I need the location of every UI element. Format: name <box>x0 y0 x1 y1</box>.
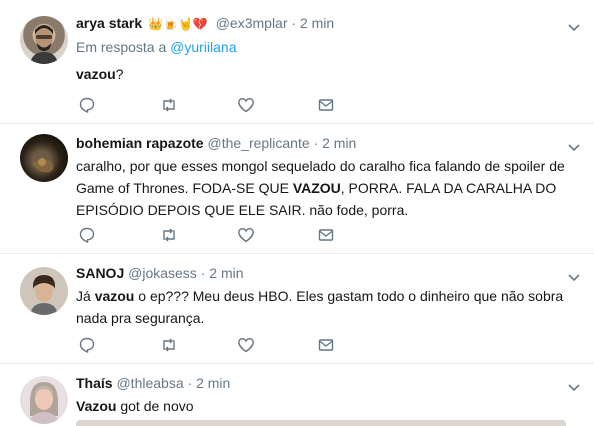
tweet-header: Thaís @thleabsa · 2 min <box>76 374 566 393</box>
tweet-header: bohemian rapazote @the_replicante · 2 mi… <box>76 134 566 153</box>
tweet-actions <box>76 226 376 244</box>
retweet-icon[interactable] <box>160 96 178 114</box>
highlight-term: vazou <box>76 66 116 82</box>
handle[interactable]: @the_replicante <box>207 135 309 151</box>
retweet-icon[interactable] <box>160 226 178 244</box>
tweet-actions <box>76 96 376 114</box>
highlight-term: VAZOU <box>292 180 341 196</box>
name-emojis: 👑🍺🤘💔 <box>148 17 208 31</box>
retweet-icon[interactable] <box>160 336 178 354</box>
text-after: o ep??? Meu deus HBO. Eles gastam todo o… <box>76 288 564 326</box>
display-name[interactable]: arya stark <box>76 15 142 31</box>
timestamp[interactable]: 2 min <box>196 375 230 391</box>
timestamp[interactable]: 2 min <box>300 15 334 31</box>
reply-icon[interactable] <box>78 226 96 244</box>
display-name[interactable]: bohemian rapazote <box>76 135 204 151</box>
timestamp[interactable]: 2 min <box>209 265 243 281</box>
reply-handle-link[interactable]: @yuriilana <box>170 39 236 55</box>
tweet-text: vazou? <box>76 63 566 85</box>
avatar[interactable] <box>20 134 68 182</box>
message-icon[interactable] <box>317 336 335 354</box>
tweet-header: SANOJ @jokasess · 2 min <box>76 264 566 283</box>
reply-prefix: Em resposta a <box>76 39 167 55</box>
tweet-4[interactable]: Thaís @thleabsa · 2 min Vazou got de nov… <box>0 364 594 425</box>
reply-icon[interactable] <box>78 96 96 114</box>
avatar[interactable] <box>20 267 68 315</box>
display-name[interactable]: SANOJ <box>76 265 124 281</box>
display-name[interactable]: Thaís <box>76 375 113 391</box>
timestamp[interactable]: 2 min <box>322 135 356 151</box>
reply-context: Em resposta a @yuriilana <box>76 38 566 57</box>
separator-dot: · <box>200 265 206 281</box>
text-after: ? <box>115 66 124 82</box>
avatar[interactable] <box>20 376 68 424</box>
message-icon[interactable] <box>317 96 335 114</box>
avatar[interactable] <box>20 16 68 64</box>
tweet-text: Já vazou o ep??? Meu deus HBO. Eles gast… <box>76 285 566 329</box>
handle[interactable]: @ex3mplar <box>216 15 288 31</box>
media-preview[interactable] <box>76 420 566 426</box>
highlight-term: Vazou <box>76 398 117 414</box>
text-after: got de novo <box>116 398 194 414</box>
chevron-down-icon[interactable] <box>568 379 580 392</box>
like-icon[interactable] <box>237 226 255 244</box>
separator-dot: · <box>313 135 319 151</box>
chevron-down-icon[interactable] <box>568 269 580 282</box>
tweet-text: Vazou got de novo <box>76 395 566 417</box>
handle[interactable]: @thleabsa <box>116 375 183 391</box>
tweet-3[interactable]: SANOJ @jokasess · 2 min Já vazou o ep???… <box>0 254 594 364</box>
text-before: Já <box>76 288 95 304</box>
highlight-term: vazou <box>94 288 135 304</box>
separator-dot: · <box>187 375 193 391</box>
tweet-1[interactable]: arya stark 👑🍺🤘💔 @ex3mplar · 2 min Em res… <box>0 0 594 124</box>
chevron-down-icon[interactable] <box>568 19 580 32</box>
tweet-actions <box>76 336 376 354</box>
like-icon[interactable] <box>237 336 255 354</box>
reply-icon[interactable] <box>78 336 96 354</box>
tweet-2[interactable]: bohemian rapazote @the_replicante · 2 mi… <box>0 124 594 254</box>
tweet-text: caralho, por que esses mongol sequelado … <box>76 155 566 221</box>
chevron-down-icon[interactable] <box>568 139 580 152</box>
separator-dot: · <box>291 15 297 31</box>
handle[interactable]: @jokasess <box>128 265 197 281</box>
tweet-header: arya stark 👑🍺🤘💔 @ex3mplar · 2 min <box>76 14 566 34</box>
message-icon[interactable] <box>317 226 335 244</box>
like-icon[interactable] <box>237 96 255 114</box>
